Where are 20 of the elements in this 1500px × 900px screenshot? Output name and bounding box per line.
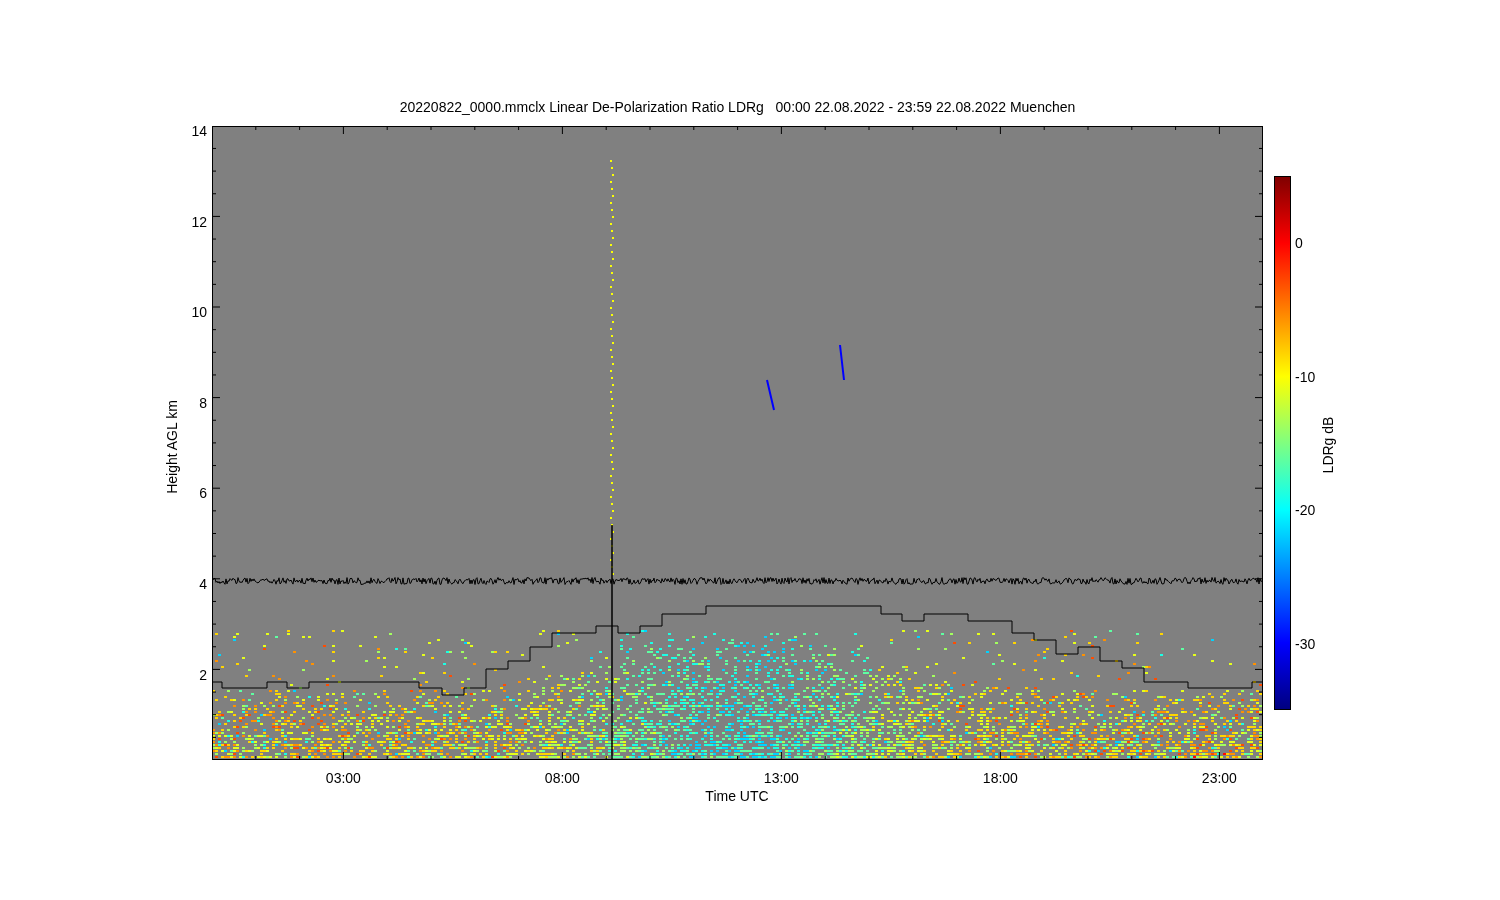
tick-label: 12 — [191, 213, 207, 230]
tick-label: 4 — [199, 576, 207, 592]
tick-label: 18:00 — [982, 770, 1018, 786]
tick-label: 6 — [199, 485, 207, 502]
tick-label: 23:00 — [1201, 770, 1237, 786]
tick-label: 0 — [1295, 235, 1303, 251]
tick-label: 8 — [199, 394, 207, 411]
tick-label: 14 — [191, 123, 207, 139]
tick-label: 13:00 — [763, 770, 799, 786]
axis-label: Time UTC — [705, 788, 769, 804]
tick-label: -30 — [1295, 635, 1316, 652]
tick-label: -20 — [1295, 502, 1316, 518]
tick-label: -10 — [1295, 368, 1316, 385]
axis-label: Height AGL km — [164, 400, 180, 494]
chart-title: 20220822_0000.mmclx Linear De-Polarization Ratio LDRg 00:00 22.08.2022 - 23:59 22.08.2022 Muenchen — [399, 98, 1076, 116]
tick-label: 2 — [199, 666, 207, 683]
tick-label: 08:00 — [544, 770, 580, 786]
tick-label: 03:00 — [325, 770, 361, 786]
tick-label: 10 — [191, 304, 207, 321]
axis-label: LDRg dB — [1320, 416, 1336, 474]
